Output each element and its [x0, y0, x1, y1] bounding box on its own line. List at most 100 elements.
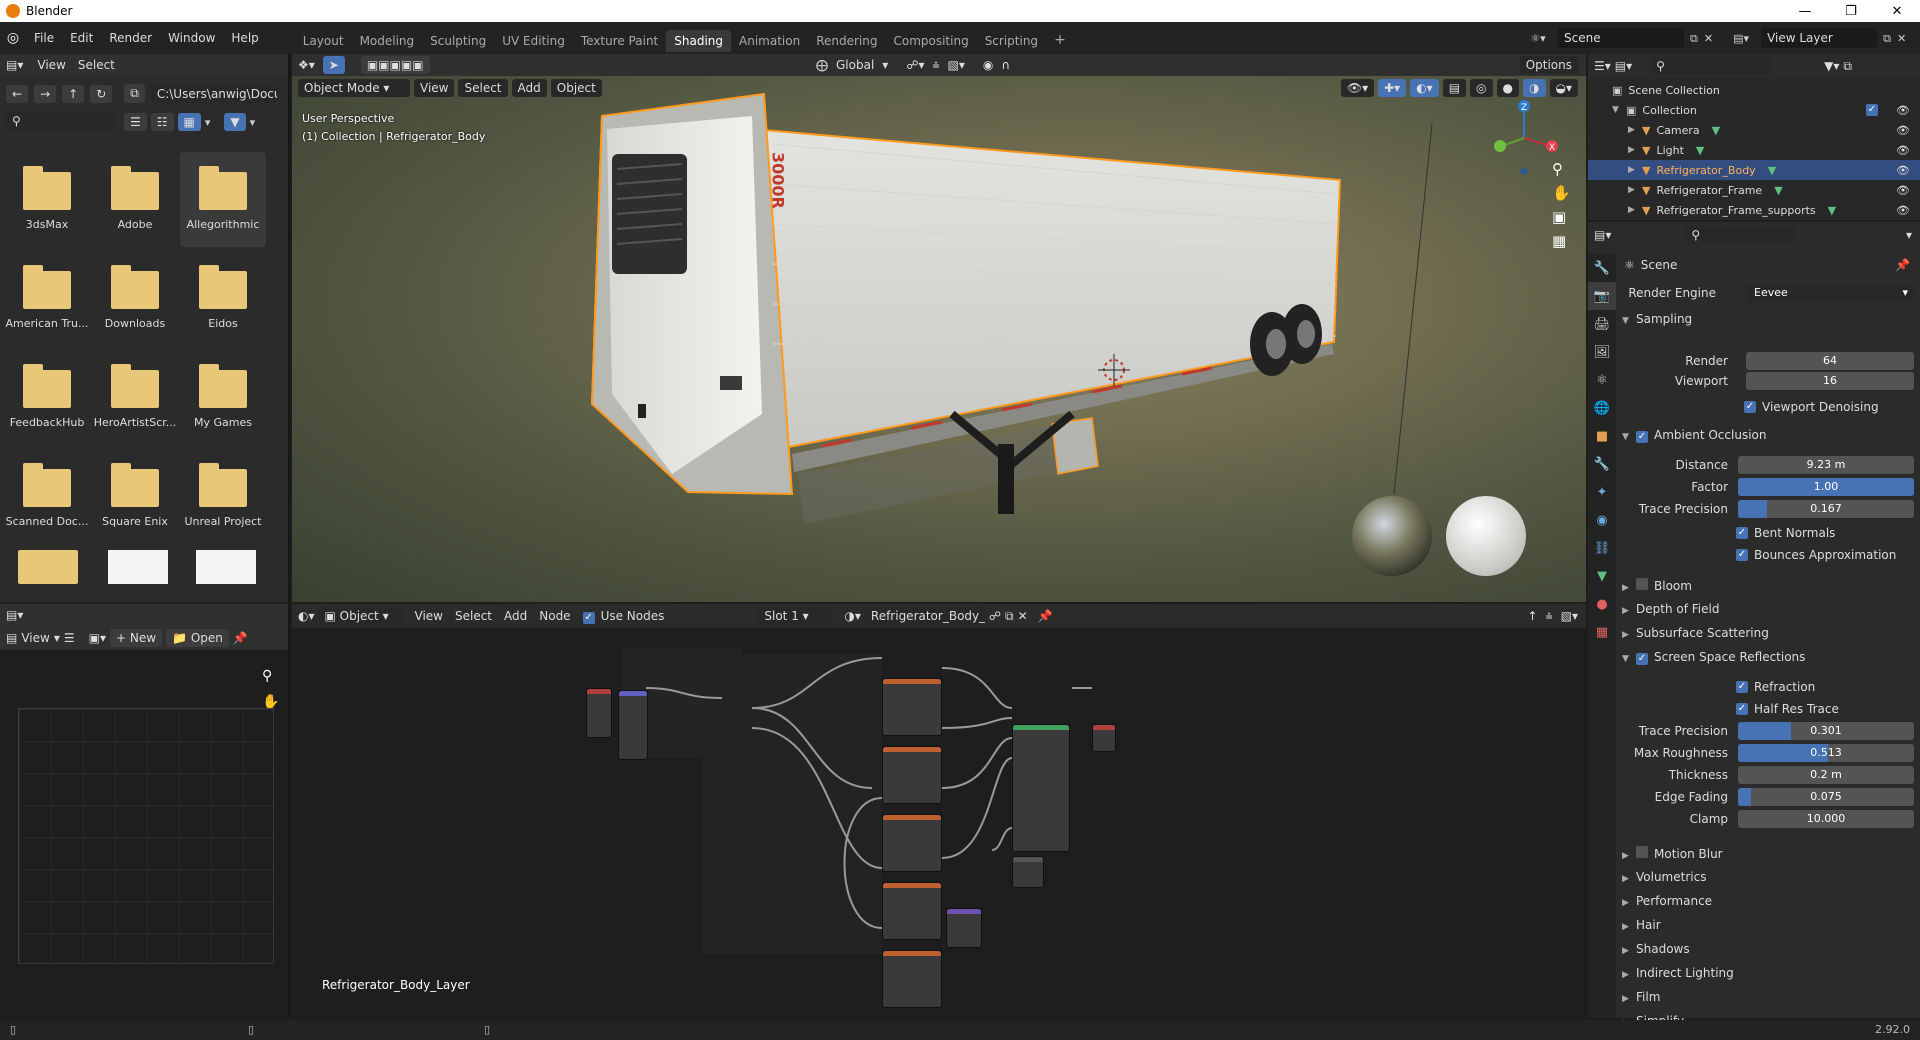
shader-node[interactable] — [882, 678, 942, 736]
viewport-denoising-checkbox[interactable]: ✓ Viewport Denoising — [1744, 396, 1914, 418]
particles-tab-icon[interactable]: ✦ — [1588, 478, 1616, 506]
duplicate-material-icon[interactable]: ⧉ — [1005, 610, 1014, 622]
tab-texture-paint[interactable]: Texture Paint — [573, 30, 666, 52]
context-pin-icon[interactable]: 📌 — [1895, 258, 1910, 272]
fb-menu-select[interactable]: Select — [78, 58, 115, 72]
uv-grid[interactable] — [18, 708, 274, 964]
folder-item[interactable]: My Games — [180, 350, 266, 445]
pan-hand-icon[interactable]: ✋ — [1552, 184, 1571, 202]
new-folder-icon[interactable]: ⧉ — [124, 84, 145, 103]
unlink-material-icon[interactable]: ✕ — [1018, 610, 1028, 622]
hamburger-menu-icon[interactable]: ☰ — [64, 632, 75, 644]
shader-node[interactable] — [946, 908, 982, 948]
fake-user-icon[interactable]: ☍ — [989, 610, 1001, 622]
tab-rendering[interactable]: Rendering — [808, 30, 885, 52]
expand-arrow-icon[interactable]: ▶ — [1628, 125, 1642, 135]
expand-arrow-icon[interactable]: ▶ — [1628, 145, 1642, 155]
scene-name-field[interactable]: Scene — [1558, 28, 1684, 48]
view-layer-tab-icon[interactable]: 🖼 — [1588, 338, 1616, 366]
folder-item[interactable]: Unreal Project — [180, 449, 266, 544]
ao-factor-slider[interactable]: 1.00 — [1738, 478, 1914, 496]
expand-arrow-icon[interactable]: ▶ — [1628, 205, 1642, 215]
thumbnails-icon[interactable]: ▦ — [177, 113, 201, 131]
tab-animation[interactable]: Animation — [731, 30, 808, 52]
filter-icon[interactable]: ▼ — [224, 113, 246, 131]
back-icon[interactable]: ← — [6, 84, 29, 103]
file-thumbnail[interactable] — [196, 550, 256, 584]
outliner-item[interactable]: ▶ ▼ Camera ▼ 👁 — [1588, 120, 1920, 140]
render-engine-dropdown[interactable]: Eevee ▾ — [1746, 284, 1914, 302]
scene-tab-icon[interactable]: ⚛ — [1588, 366, 1616, 394]
collapsed-panel-header[interactable]: ▶ Shadows — [1622, 942, 1690, 956]
outliner-collection[interactable]: ▼ ▣ Collection ✓ 👁 — [1588, 100, 1920, 120]
collapsed-panel-header[interactable]: ▶ Motion Blur — [1622, 846, 1723, 861]
object-data-icon[interactable]: ▼ — [1828, 204, 1836, 217]
expand-arrow-icon[interactable]: ▶ — [1628, 185, 1642, 195]
menu-window[interactable]: Window — [160, 31, 223, 45]
image-editor-type-icon[interactable]: ▤▾ — [6, 609, 23, 621]
fb-menu-view[interactable]: View — [37, 58, 65, 72]
blender-menu-icon[interactable]: ◎ — [0, 31, 26, 45]
scene-browse-icon[interactable]: ⚛▾ — [1524, 33, 1552, 44]
close-icon[interactable]: ✕ — [1874, 0, 1920, 22]
shader-node[interactable] — [618, 690, 648, 760]
menu-render[interactable]: Render — [101, 31, 160, 45]
outliner-scene-collection[interactable]: ▣ Scene Collection — [1588, 80, 1920, 100]
texture-tab-icon[interactable]: ▦ — [1588, 618, 1616, 646]
modifier-tab-icon[interactable]: 🔧 — [1588, 450, 1616, 478]
folder-item[interactable]: Eidos — [180, 251, 266, 346]
ne-snap-icon[interactable]: ⩮ — [1546, 610, 1553, 622]
shader-node-editor[interactable]: ◐▾ ▣ Object ▾ View Select Add Node ✓ Use … — [292, 604, 1586, 1018]
ie-view-chevron-icon[interactable]: ▾ — [54, 632, 60, 644]
ne-pin-icon[interactable]: 📌 — [1038, 610, 1053, 622]
visibility-eye-icon[interactable]: 👁 — [1896, 204, 1910, 217]
shader-node[interactable] — [586, 688, 612, 738]
view-layer-field[interactable]: View Layer — [1761, 28, 1878, 48]
object-data-icon[interactable]: ▼ — [1768, 164, 1776, 177]
object-data-icon[interactable]: ▼ — [1774, 184, 1782, 197]
tab-uv-editing[interactable]: UV Editing — [494, 30, 573, 52]
display-settings-chevron-icon[interactable]: ▾ — [205, 117, 211, 128]
sss-panel-header[interactable]: ▶ Subsurface Scattering — [1622, 626, 1769, 640]
slot-dropdown[interactable]: Slot 1 ▾ — [758, 607, 833, 625]
data-tab-icon[interactable]: ▼ — [1588, 562, 1616, 590]
parent-dir-icon[interactable]: ↑ — [62, 84, 85, 103]
outliner-filter-icon[interactable]: ▼▾ — [1824, 60, 1839, 72]
object-data-icon[interactable]: ▼ — [1712, 124, 1720, 137]
properties-search-input[interactable]: ⚲ — [1685, 226, 1796, 244]
tab-sculpting[interactable]: Sculpting — [422, 30, 494, 52]
file-search-input[interactable]: ⚲ — [6, 112, 114, 132]
tab-layout[interactable]: Layout — [295, 30, 352, 52]
clamp-field[interactable]: 10.000 — [1738, 810, 1914, 828]
image-mode-icon[interactable]: ▤ — [6, 632, 17, 644]
3d-viewport[interactable]: ❖▾ ➤ ▣▣▣▣▣ ⨁ Global ▾ ☍▾ ⩮ ▧▾ ◉ ∩ Option… — [292, 54, 1586, 602]
list-vertical-icon[interactable]: ☰ — [124, 113, 147, 131]
material-browse-icon[interactable]: ◑▾ — [844, 610, 861, 622]
folder-item[interactable]: Square Enix — [92, 449, 178, 544]
thickness-field[interactable]: 0.2 m — [1738, 766, 1914, 784]
outliner-type-icon[interactable]: ☰▾ — [1594, 60, 1611, 72]
parent-node-tree-icon[interactable]: ↑ — [1528, 610, 1538, 622]
pin-icon[interactable]: 📌 — [233, 632, 248, 644]
expand-arrow-icon[interactable]: ▼ — [1612, 105, 1626, 115]
render-tab-icon[interactable]: 📷 — [1588, 282, 1616, 310]
visibility-eye-icon[interactable]: 👁 — [1896, 124, 1910, 137]
outliner-item[interactable]: ▶ ▼ Refrigerator_Body ▼ 👁 — [1588, 160, 1920, 180]
ne-menu-select[interactable]: Select — [455, 609, 492, 623]
menu-help[interactable]: Help — [223, 31, 266, 45]
tab-modeling[interactable]: Modeling — [352, 30, 423, 52]
tab-compositing[interactable]: Compositing — [885, 30, 976, 52]
camera-view-icon[interactable]: ▣ — [1552, 208, 1571, 226]
viewport-samples-field[interactable]: 16 — [1746, 372, 1914, 390]
shader-node[interactable] — [882, 882, 942, 940]
outliner-search-input[interactable]: ⚲ — [1650, 57, 1771, 75]
editor-type-icon[interactable]: ▤▾ — [6, 59, 23, 71]
collection-visibility-icon[interactable]: 👁 — [1896, 104, 1910, 117]
dof-panel-header[interactable]: ▶ Depth of Field — [1622, 602, 1719, 616]
properties-options-icon[interactable]: ▾ — [1906, 229, 1912, 241]
trailer-model[interactable]: 3000R — [292, 54, 1586, 602]
outliner-item[interactable]: ▶ ▼ Refrigerator_Frame ▼ 👁 — [1588, 180, 1920, 200]
ne-menu-add[interactable]: Add — [504, 609, 527, 623]
visibility-eye-icon[interactable]: 👁 — [1896, 144, 1910, 157]
render-samples-field[interactable]: 64 — [1746, 352, 1914, 370]
